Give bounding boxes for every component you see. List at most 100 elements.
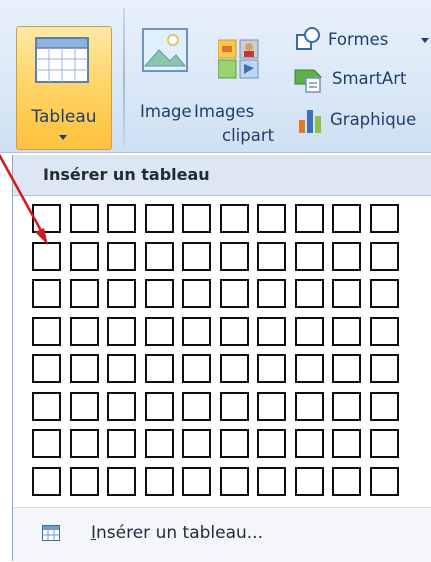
grid-cell[interactable] [182,204,211,233]
ribbon-separator [123,8,125,148]
grid-cell[interactable] [370,467,399,496]
smartart-button[interactable]: SmartArt [292,64,431,96]
grid-cell[interactable] [220,317,249,346]
grid-cell[interactable] [295,467,324,496]
grid-cell[interactable] [182,242,211,271]
image-button[interactable]: Image [134,24,198,128]
grid-cell[interactable] [220,279,249,308]
grid-cell[interactable] [332,317,361,346]
grid-cell[interactable] [332,392,361,421]
grid-cell[interactable] [70,429,99,458]
grid-cell[interactable] [370,317,399,346]
grid-cell[interactable] [370,392,399,421]
dropdown-title: Insérer un tableau [43,165,210,184]
insert-table-menu-item[interactable]: Insérer un tableau... [13,507,431,562]
grid-cell[interactable] [257,317,286,346]
chart-button[interactable]: Graphique [292,104,431,138]
grid-cell[interactable] [145,392,174,421]
grid-cell[interactable] [220,242,249,271]
clipart-label-line1: Images [194,102,255,121]
grid-cell[interactable] [145,317,174,346]
grid-cell[interactable] [332,354,361,383]
grid-cell[interactable] [32,392,61,421]
grid-cell[interactable] [220,429,249,458]
grid-cell[interactable] [332,467,361,496]
grid-cell[interactable] [145,354,174,383]
grid-cell[interactable] [332,204,361,233]
grid-cell[interactable] [107,429,136,458]
grid-cell[interactable] [220,354,249,383]
grid-cell[interactable] [295,204,324,233]
grid-cell[interactable] [70,279,99,308]
grid-cell[interactable] [107,279,136,308]
grid-cell[interactable] [257,467,286,496]
grid-cell[interactable] [370,279,399,308]
grid-cell[interactable] [70,467,99,496]
grid-cell[interactable] [107,242,136,271]
table-icon [35,37,89,83]
grid-cell[interactable] [220,467,249,496]
grid-cell[interactable] [220,204,249,233]
grid-cell[interactable] [145,429,174,458]
grid-cell[interactable] [182,279,211,308]
grid-cell[interactable] [332,279,361,308]
grid-cell[interactable] [220,392,249,421]
grid-cell[interactable] [370,204,399,233]
grid-cell[interactable] [257,204,286,233]
image-label: Image [140,102,192,121]
grid-cell[interactable] [107,354,136,383]
grid-cell[interactable] [257,279,286,308]
grid-cell[interactable] [295,242,324,271]
grid-cell[interactable] [145,242,174,271]
shapes-button[interactable]: Formes [292,24,431,58]
grid-cell[interactable] [32,354,61,383]
grid-cell[interactable] [107,467,136,496]
grid-cell[interactable] [145,279,174,308]
shapes-icon [296,27,320,50]
grid-cell[interactable] [332,242,361,271]
grid-cell[interactable] [257,354,286,383]
grid-cell[interactable] [107,392,136,421]
grid-cell[interactable] [182,467,211,496]
grid-cell[interactable] [145,467,174,496]
table-button[interactable]: Tableau [16,26,112,150]
grid-cell[interactable] [370,429,399,458]
chevron-down-icon [421,38,429,43]
grid-cell[interactable] [257,429,286,458]
clipart-button[interactable]: Images clipart [194,24,274,148]
chart-label: Graphique [330,110,417,129]
clipart-label-line2: clipart [222,126,275,145]
grid-cell[interactable] [70,392,99,421]
grid-cell[interactable] [107,204,136,233]
grid-cell[interactable] [295,279,324,308]
grid-cell[interactable] [257,242,286,271]
grid-cell[interactable] [70,354,99,383]
grid-cell[interactable] [145,204,174,233]
grid-cell[interactable] [32,279,61,308]
insert-table-dropdown: Insérer un tableau Insérer un tableau... [12,155,431,562]
grid-cell[interactable] [370,242,399,271]
image-icon [142,28,188,72]
grid-cell[interactable] [107,317,136,346]
grid-cell[interactable] [32,429,61,458]
grid-cell[interactable] [182,429,211,458]
grid-cell[interactable] [32,204,61,233]
chart-icon [299,110,321,133]
grid-cell[interactable] [295,392,324,421]
grid-cell[interactable] [182,317,211,346]
grid-cell[interactable] [32,242,61,271]
clipart-icon [218,39,259,79]
grid-cell[interactable] [257,392,286,421]
grid-cell[interactable] [332,429,361,458]
grid-cell[interactable] [70,204,99,233]
grid-cell[interactable] [70,242,99,271]
grid-cell[interactable] [182,354,211,383]
grid-cell[interactable] [32,467,61,496]
grid-cell[interactable] [295,429,324,458]
grid-cell[interactable] [295,354,324,383]
grid-cell[interactable] [370,354,399,383]
grid-cell[interactable] [182,392,211,421]
grid-cell[interactable] [32,317,61,346]
grid-cell[interactable] [70,317,99,346]
grid-cell[interactable] [295,317,324,346]
